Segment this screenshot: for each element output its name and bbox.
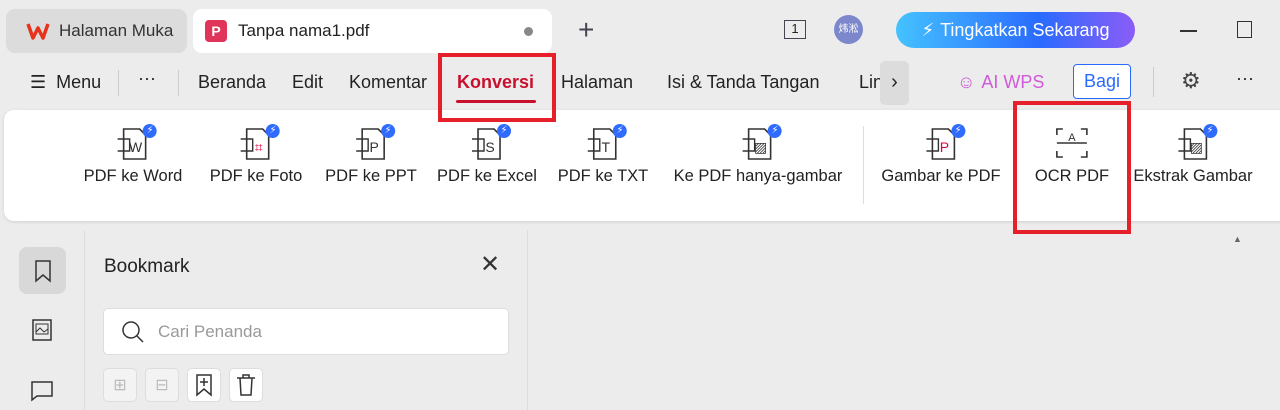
comment-rail-button[interactable]: [30, 380, 54, 407]
menu-halaman[interactable]: Halaman: [561, 72, 633, 93]
thumbnail-rail-button[interactable]: [31, 318, 53, 347]
scroll-right-button[interactable]: ›: [880, 61, 909, 105]
premium-badge-icon: ⚡: [496, 124, 511, 138]
image-to-pdf-label: Gambar ke PDF: [881, 167, 1001, 185]
comment-icon: [31, 381, 53, 402]
pdf-to-excel-button[interactable]: S PDF ke Excel ⚡: [437, 110, 537, 221]
svg-text:P: P: [939, 139, 948, 155]
premium-badge-icon: ⚡: [613, 124, 627, 138]
pdf-to-ppt-label: PDF ke PPT: [325, 167, 417, 185]
trash-icon: [237, 374, 255, 396]
divider: [527, 230, 528, 410]
menu-label: Menu: [56, 72, 102, 92]
svg-text:S: S: [485, 139, 494, 155]
premium-badge-icon: ⚡: [266, 124, 280, 138]
premium-badge-icon: ⚡: [1202, 124, 1217, 138]
bookmark-search-input[interactable]: Cari Penanda: [103, 308, 509, 355]
menu-button[interactable]: ☰ Menu: [30, 72, 101, 93]
more-icon[interactable]: ···: [138, 68, 156, 89]
add-child-bookmark-button[interactable]: ⊞: [103, 368, 137, 402]
hamburger-icon: ☰: [30, 72, 47, 92]
maximize-button[interactable]: [1237, 21, 1252, 38]
delete-bookmark-button[interactable]: [229, 368, 263, 402]
page-count: 1: [791, 21, 799, 36]
premium-badge-icon: ⚡: [768, 124, 782, 138]
highlight-konversi: [438, 53, 556, 122]
add-bookmark-button[interactable]: [187, 368, 221, 402]
divider: [84, 230, 85, 410]
highlight-ocr-pdf: [1013, 101, 1131, 234]
menu-komentar[interactable]: Komentar: [349, 72, 427, 93]
pdf-to-txt-button[interactable]: T PDF ke TXT ⚡: [558, 110, 648, 221]
premium-badge-icon: ⚡: [143, 124, 157, 138]
svg-text:▨: ▨: [754, 139, 767, 155]
scroll-up-arrow[interactable]: ▲: [1233, 234, 1242, 244]
search-icon: [122, 320, 144, 343]
add-child-icon: ⊞: [113, 377, 127, 394]
pdf-to-ppt-button[interactable]: P PDF ke PPT ⚡: [325, 110, 417, 221]
divider: [1153, 67, 1154, 97]
pdf-to-photo-button[interactable]: ⌗ PDF ke Foto ⚡: [209, 110, 303, 221]
divider: [118, 70, 119, 96]
tab-document[interactable]: P Tanpa nama1.pdf: [193, 9, 552, 53]
svg-text:▨: ▨: [1189, 139, 1202, 155]
tab-label: Halaman Muka: [59, 21, 174, 40]
lightning-icon: ⚡: [921, 19, 935, 40]
divider: [178, 70, 179, 96]
image-icon: [32, 319, 52, 341]
svg-text:T: T: [602, 139, 611, 155]
premium-badge-icon: ⚡: [381, 124, 395, 138]
settings-icon[interactable]: ⚙: [1181, 68, 1201, 94]
unsaved-dot-icon: [524, 27, 533, 36]
tab-label: Tanpa nama1.pdf: [238, 21, 370, 40]
wps-logo-icon: [26, 23, 50, 40]
pdf-to-photo-label: PDF ke Foto: [209, 167, 303, 185]
premium-badge-icon: ⚡: [950, 124, 965, 138]
tab-home[interactable]: Halaman Muka: [6, 9, 187, 53]
bookmark-rail-button[interactable]: [19, 247, 66, 294]
bookmark-title: Bookmark: [104, 256, 190, 277]
search-placeholder: Cari Penanda: [158, 321, 262, 341]
ai-label: AI WPS: [981, 72, 1045, 92]
menu-isi-tanda-tangan[interactable]: Isi & Tanda Tangan: [667, 72, 819, 93]
share-button[interactable]: Bagi: [1073, 64, 1131, 99]
page-count-icon[interactable]: 1: [784, 20, 806, 39]
remove-child-icon: ⊟: [155, 377, 169, 394]
share-label: Bagi: [1083, 71, 1121, 91]
pdf-to-txt-label: PDF ke TXT: [557, 167, 649, 185]
close-icon[interactable]: ✕: [480, 250, 500, 279]
extract-image-label: Ekstrak Gambar: [1133, 167, 1253, 185]
pdf-to-word-button[interactable]: W PDF ke Word ⚡: [83, 110, 183, 221]
minimize-button[interactable]: [1180, 30, 1197, 32]
bookmark-add-icon: [196, 374, 212, 397]
svg-text:P: P: [369, 139, 378, 155]
svg-text:⌗: ⌗: [255, 139, 263, 155]
pdf-to-excel-label: PDF ke Excel: [437, 167, 537, 185]
pdf-icon: P: [205, 20, 227, 42]
menu-edit[interactable]: Edit: [292, 72, 323, 93]
menu-beranda[interactable]: Beranda: [198, 72, 266, 93]
ai-wps-button[interactable]: ☺ AI WPS: [957, 72, 1044, 93]
extract-image-button[interactable]: ▨ Ekstrak Gambar ⚡: [1133, 110, 1253, 221]
ribbon-divider: [863, 126, 864, 204]
avatar-text: 炜淞: [838, 24, 859, 35]
to-image-only-pdf-label: Ke PDF hanya-gambar: [673, 167, 843, 185]
bookmark-icon: [34, 259, 51, 283]
more-options-icon[interactable]: ···: [1236, 68, 1254, 89]
remove-child-bookmark-button[interactable]: ⊟: [145, 368, 179, 402]
upgrade-label: Tingkatkan Sekarang: [940, 19, 1110, 40]
to-image-only-pdf-button[interactable]: ▨ Ke PDF hanya-gambar ⚡: [673, 110, 843, 221]
new-tab-button[interactable]: +: [578, 14, 594, 46]
upgrade-button[interactable]: ⚡ Tingkatkan Sekarang: [896, 12, 1135, 48]
image-to-pdf-button[interactable]: P Gambar ke PDF ⚡: [881, 110, 1001, 221]
menu-lindungi[interactable]: Lindungi: [859, 72, 881, 93]
pdf-to-word-label: PDF ke Word: [83, 167, 183, 185]
avatar[interactable]: 炜淞: [834, 15, 863, 44]
svg-text:W: W: [129, 139, 143, 155]
ai-smile-icon: ☺: [957, 72, 976, 92]
